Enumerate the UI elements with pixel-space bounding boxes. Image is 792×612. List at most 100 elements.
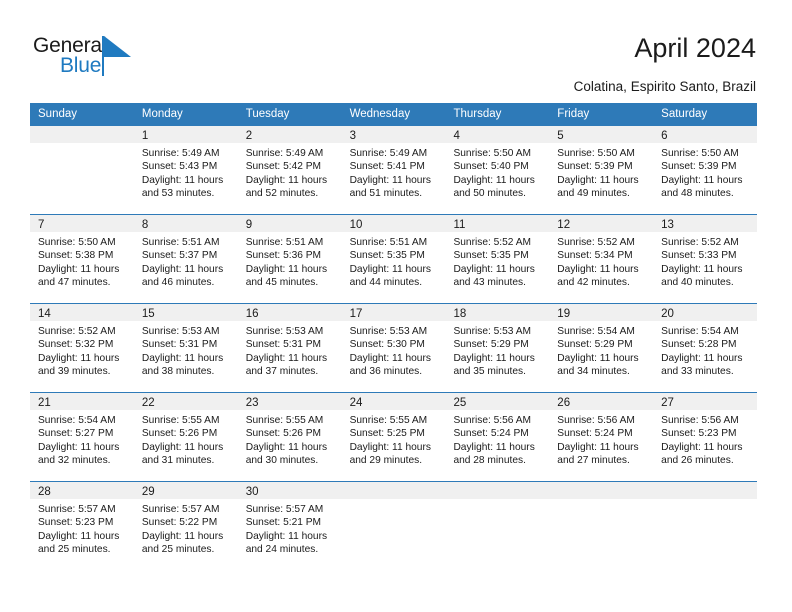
daylight-text-line1: Daylight: 11 hours — [245, 441, 328, 453]
day-number-band: 23 — [237, 393, 342, 410]
day-cell[interactable]: 21 Sunrise: 5:54 AM Sunset: 5:27 PM Dayl… — [30, 393, 134, 481]
day-cell[interactable]: 8 Sunrise: 5:51 AM Sunset: 5:37 PM Dayli… — [133, 215, 238, 303]
day-cell[interactable]: 20 Sunrise: 5:54 AM Sunset: 5:28 PM Dayl… — [653, 304, 758, 392]
daylight-text-line2: and 34 minutes. — [557, 366, 630, 378]
day-cell[interactable]: 12 Sunrise: 5:52 AM Sunset: 5:34 PM Dayl… — [549, 215, 654, 303]
day-number: 30 — [245, 486, 259, 498]
day-number-band: 26 — [549, 393, 654, 410]
general-blue-logo[interactable]: General Blue — [33, 34, 213, 84]
day-cell[interactable]: 6 Sunrise: 5:50 AM Sunset: 5:39 PM Dayli… — [653, 126, 758, 214]
day-cell[interactable]: 2 Sunrise: 5:49 AM Sunset: 5:42 PM Dayli… — [237, 126, 342, 214]
day-number-band: 4 — [445, 126, 550, 143]
day-number: 26 — [557, 397, 571, 409]
day-details: Sunrise: 5:53 AM Sunset: 5:29 PM Dayligh… — [445, 321, 549, 379]
sunrise-text: Sunrise: 5:56 AM — [453, 415, 532, 426]
day-number-band: 10 — [341, 215, 446, 232]
sunset-text: Sunset: 5:31 PM — [141, 339, 218, 351]
day-number: 8 — [141, 219, 149, 231]
day-cell[interactable]: 14 Sunrise: 5:52 AM Sunset: 5:32 PM Dayl… — [30, 304, 134, 392]
day-cell[interactable] — [341, 482, 446, 570]
logo-triangle-icon — [104, 36, 131, 57]
day-cell[interactable]: 22 Sunrise: 5:55 AM Sunset: 5:26 PM Dayl… — [133, 393, 238, 481]
day-cell[interactable]: 3 Sunrise: 5:49 AM Sunset: 5:41 PM Dayli… — [341, 126, 446, 214]
day-cell[interactable]: 28 Sunrise: 5:57 AM Sunset: 5:23 PM Dayl… — [30, 482, 134, 570]
day-number-band: 17 — [341, 304, 446, 321]
day-cell[interactable]: 24 Sunrise: 5:55 AM Sunset: 5:25 PM Dayl… — [341, 393, 446, 481]
sunset-text: Sunset: 5:22 PM — [141, 517, 218, 529]
day-cell[interactable]: 18 Sunrise: 5:53 AM Sunset: 5:29 PM Dayl… — [445, 304, 550, 392]
day-cell[interactable]: 30 Sunrise: 5:57 AM Sunset: 5:21 PM Dayl… — [237, 482, 342, 570]
day-number-band: 16 — [237, 304, 342, 321]
day-number: 1 — [141, 130, 149, 142]
day-cell[interactable]: 13 Sunrise: 5:52 AM Sunset: 5:33 PM Dayl… — [653, 215, 758, 303]
daylight-text-line1: Daylight: 11 hours — [661, 263, 743, 275]
day-cell[interactable]: 27 Sunrise: 5:56 AM Sunset: 5:23 PM Dayl… — [653, 393, 758, 481]
logo-text-blue: Blue — [60, 54, 102, 77]
day-cell[interactable]: 15 Sunrise: 5:53 AM Sunset: 5:31 PM Dayl… — [133, 304, 238, 392]
daylight-text-line1: Daylight: 11 hours — [38, 352, 120, 364]
day-cell[interactable]: 4 Sunrise: 5:50 AM Sunset: 5:40 PM Dayli… — [445, 126, 550, 214]
day-number-band: 9 — [237, 215, 342, 232]
sunset-text: Sunset: 5:26 PM — [141, 428, 218, 440]
day-number: 11 — [453, 219, 466, 231]
sunset-text: Sunset: 5:25 PM — [349, 428, 425, 440]
daylight-text-line2: and 25 minutes. — [38, 544, 111, 556]
page-title: April 2024 — [634, 33, 756, 63]
sunrise-text: Sunrise: 5:57 AM — [245, 504, 324, 515]
daylight-text-line1: Daylight: 11 hours — [245, 530, 328, 542]
day-cell[interactable]: 26 Sunrise: 5:56 AM Sunset: 5:24 PM Dayl… — [549, 393, 654, 481]
sunrise-text: Sunrise: 5:50 AM — [453, 148, 532, 159]
day-number-band: 29 — [133, 482, 238, 499]
day-cell[interactable]: 1 Sunrise: 5:49 AM Sunset: 5:43 PM Dayli… — [133, 126, 238, 214]
daylight-text-line1: Daylight: 11 hours — [453, 174, 535, 186]
daylight-text-line2: and 32 minutes. — [38, 455, 111, 467]
daylight-text-line2: and 43 minutes. — [453, 277, 526, 289]
daylight-text-line2: and 48 minutes. — [661, 188, 734, 200]
day-number-band: 30 — [237, 482, 342, 499]
day-details — [549, 499, 653, 503]
day-number: 5 — [557, 130, 564, 142]
sunrise-text: Sunrise: 5:54 AM — [38, 415, 116, 426]
sunrise-text: Sunrise: 5:53 AM — [349, 326, 428, 337]
daylight-text-line2: and 49 minutes. — [557, 188, 630, 200]
daylight-text-line1: Daylight: 11 hours — [245, 263, 328, 275]
day-cell[interactable]: 17 Sunrise: 5:53 AM Sunset: 5:30 PM Dayl… — [341, 304, 446, 392]
sunrise-text: Sunrise: 5:55 AM — [245, 415, 324, 426]
sunset-text: Sunset: 5:31 PM — [245, 339, 322, 351]
day-cell[interactable]: 16 Sunrise: 5:53 AM Sunset: 5:31 PM Dayl… — [237, 304, 342, 392]
day-number: 16 — [245, 308, 259, 320]
day-cell[interactable] — [30, 126, 134, 214]
day-details: Sunrise: 5:57 AM Sunset: 5:23 PM Dayligh… — [30, 499, 134, 557]
daylight-text-line2: and 40 minutes. — [661, 277, 734, 289]
day-cell[interactable] — [445, 482, 550, 570]
day-cell[interactable]: 5 Sunrise: 5:50 AM Sunset: 5:39 PM Dayli… — [549, 126, 654, 214]
page-subtitle: Colatina, Espirito Santo, Brazil — [573, 79, 756, 94]
sunset-text: Sunset: 5:32 PM — [38, 339, 114, 351]
sunset-text: Sunset: 5:24 PM — [557, 428, 633, 440]
day-cell[interactable] — [549, 482, 654, 570]
week-row: 21 Sunrise: 5:54 AM Sunset: 5:27 PM Dayl… — [30, 392, 758, 481]
sunset-text: Sunset: 5:41 PM — [349, 161, 425, 173]
day-cell[interactable]: 19 Sunrise: 5:54 AM Sunset: 5:29 PM Dayl… — [549, 304, 654, 392]
day-details: Sunrise: 5:51 AM Sunset: 5:35 PM Dayligh… — [342, 232, 446, 290]
day-cell[interactable]: 9 Sunrise: 5:51 AM Sunset: 5:36 PM Dayli… — [237, 215, 342, 303]
day-cell[interactable]: 29 Sunrise: 5:57 AM Sunset: 5:22 PM Dayl… — [133, 482, 238, 570]
sunset-text: Sunset: 5:27 PM — [38, 428, 114, 440]
day-cell[interactable] — [653, 482, 758, 570]
day-cell[interactable]: 7 Sunrise: 5:50 AM Sunset: 5:38 PM Dayli… — [30, 215, 134, 303]
day-cell[interactable]: 23 Sunrise: 5:55 AM Sunset: 5:26 PM Dayl… — [237, 393, 342, 481]
daylight-text-line1: Daylight: 11 hours — [661, 352, 743, 364]
day-details: Sunrise: 5:56 AM Sunset: 5:24 PM Dayligh… — [549, 410, 653, 468]
day-number: 15 — [141, 308, 155, 320]
day-number-band: 13 — [653, 215, 758, 232]
daylight-text-line2: and 51 minutes. — [349, 188, 423, 200]
day-number: 17 — [349, 308, 363, 320]
daylight-text-line2: and 36 minutes. — [349, 366, 423, 378]
day-cell[interactable]: 10 Sunrise: 5:51 AM Sunset: 5:35 PM Dayl… — [341, 215, 446, 303]
day-cell[interactable]: 11 Sunrise: 5:52 AM Sunset: 5:35 PM Dayl… — [445, 215, 550, 303]
day-details: Sunrise: 5:52 AM Sunset: 5:35 PM Dayligh… — [445, 232, 549, 290]
sunrise-text: Sunrise: 5:57 AM — [141, 504, 220, 515]
day-cell[interactable]: 25 Sunrise: 5:56 AM Sunset: 5:24 PM Dayl… — [445, 393, 550, 481]
day-details: Sunrise: 5:55 AM Sunset: 5:26 PM Dayligh… — [238, 410, 342, 468]
daylight-text-line2: and 25 minutes. — [141, 544, 215, 556]
